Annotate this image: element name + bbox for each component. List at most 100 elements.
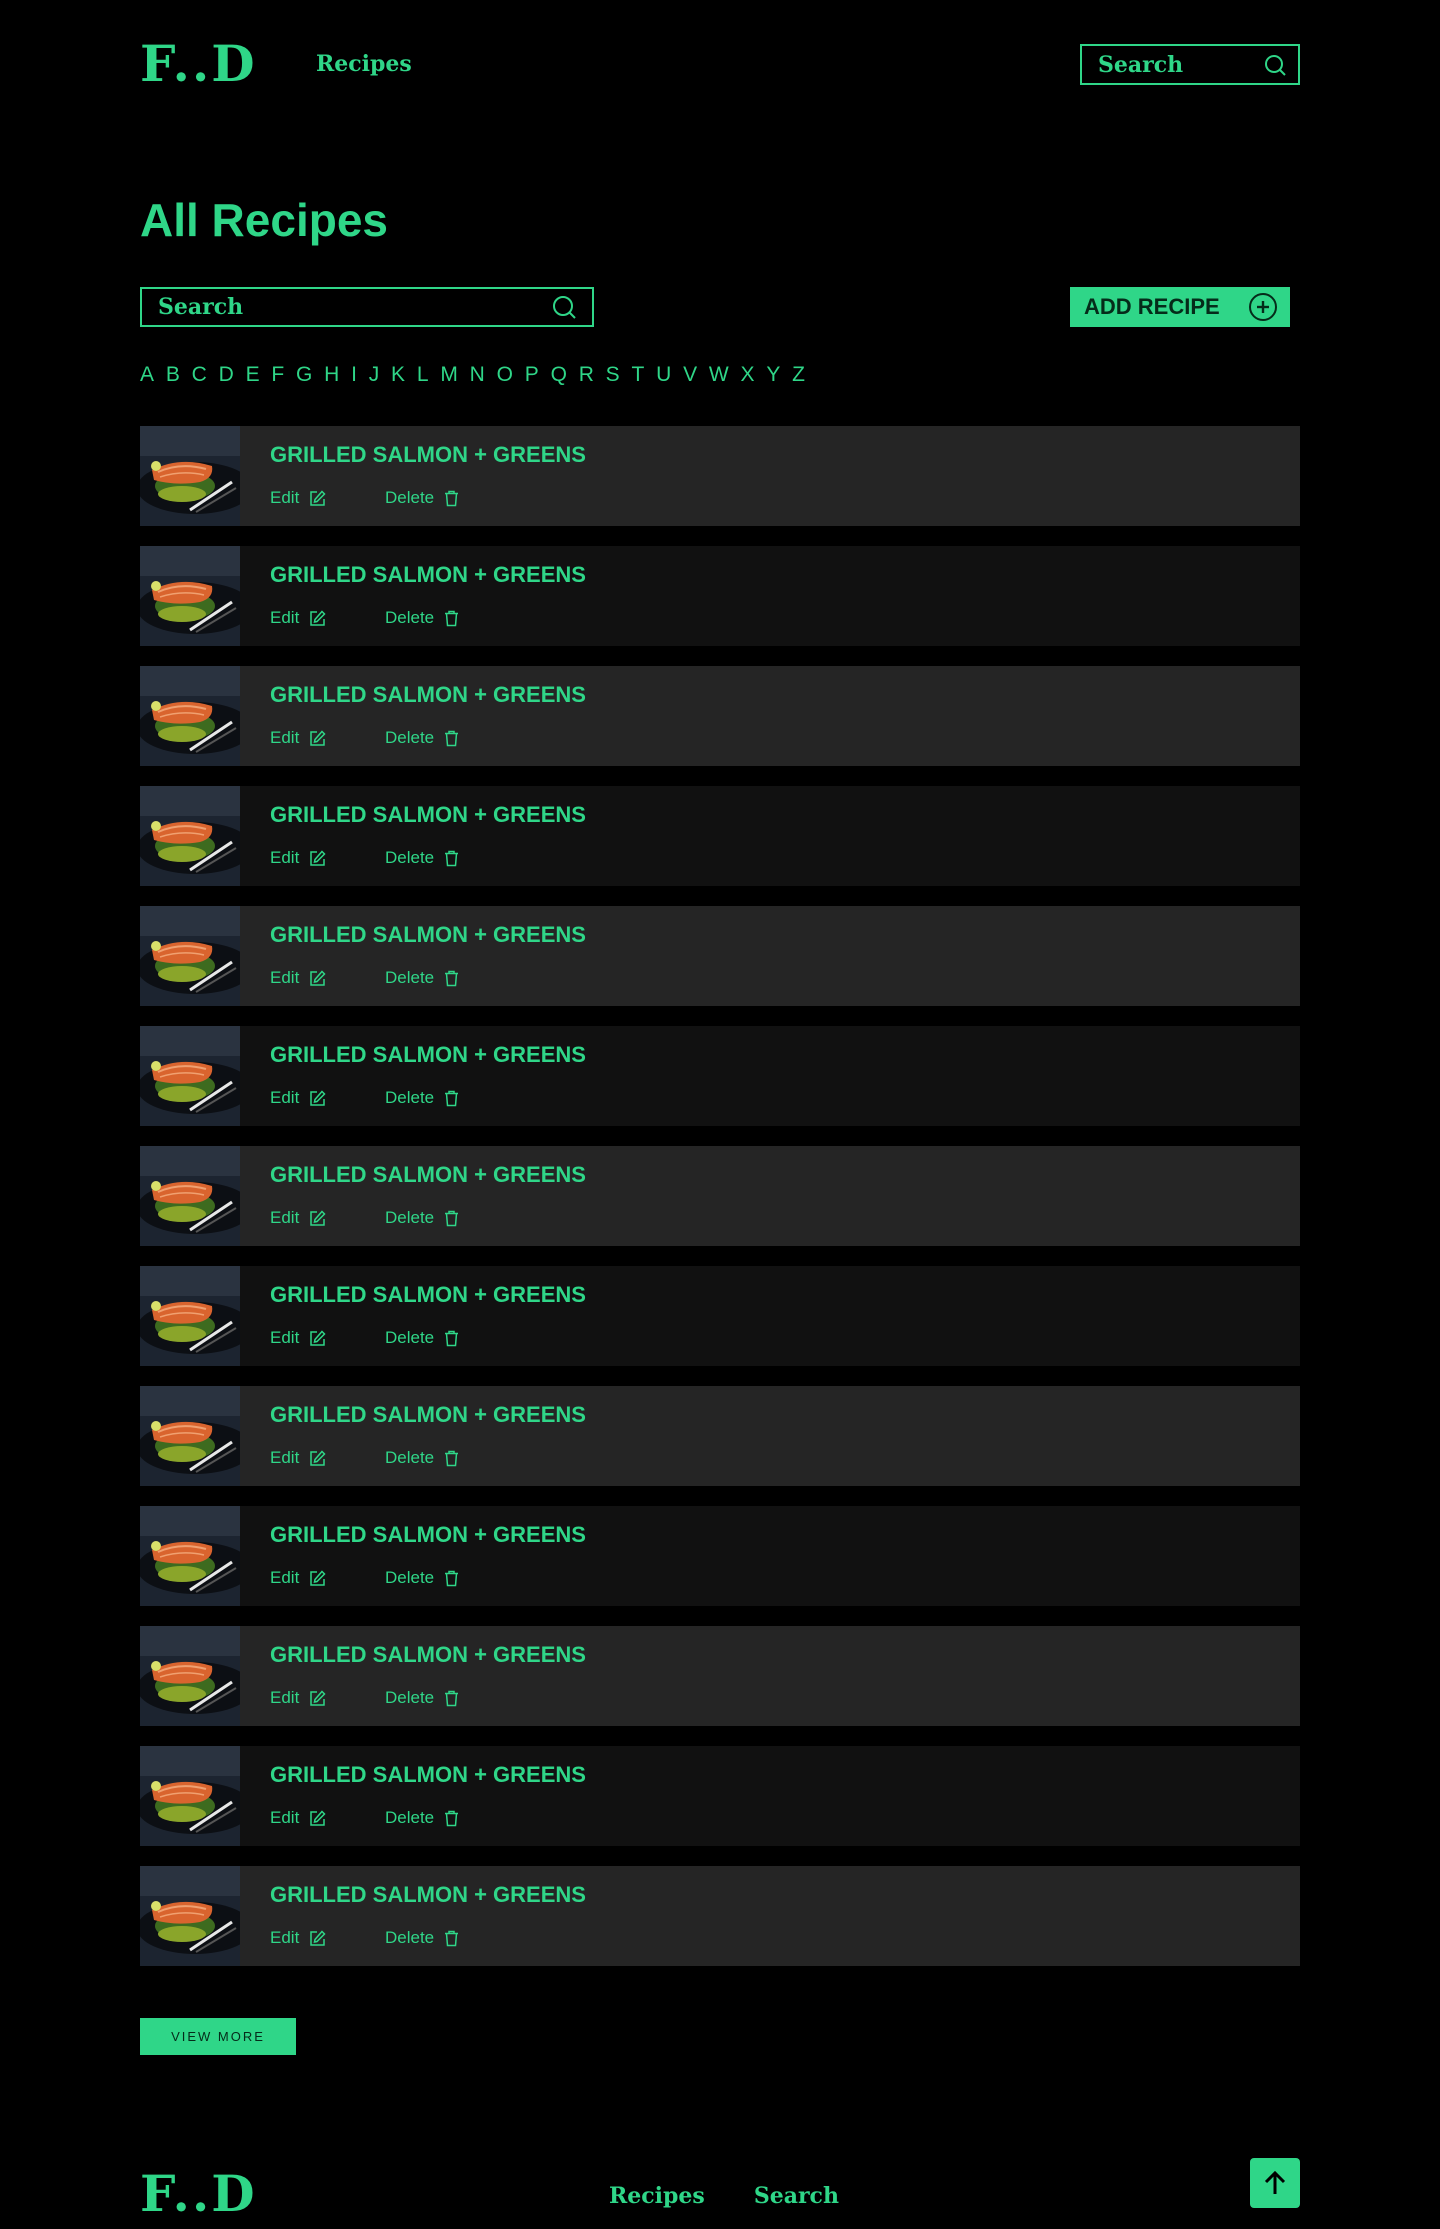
delete-button[interactable]: Delete [385, 1328, 459, 1348]
recipe-title[interactable]: GRILLED SALMON + GREENS [270, 1402, 586, 1428]
recipe-title[interactable]: GRILLED SALMON + GREENS [270, 1882, 586, 1908]
alphabet-letter-e[interactable]: E [246, 362, 260, 388]
alphabet-letter-p[interactable]: P [525, 362, 539, 388]
recipe-title[interactable]: GRILLED SALMON + GREENS [270, 922, 586, 948]
delete-button[interactable]: Delete [385, 1688, 459, 1708]
alphabet-letter-m[interactable]: M [440, 362, 458, 388]
trash-icon [445, 1090, 459, 1106]
recipe-title[interactable]: GRILLED SALMON + GREENS [270, 802, 586, 828]
alphabet-letter-b[interactable]: B [166, 362, 180, 388]
recipe-row: GRILLED SALMON + GREENS Edit Delete [140, 1386, 1300, 1486]
site-logo[interactable]: F..D [140, 34, 257, 94]
recipe-title[interactable]: GRILLED SALMON + GREENS [270, 1762, 586, 1788]
recipe-row: GRILLED SALMON + GREENS Edit Delete [140, 426, 1300, 526]
alphabet-letter-g[interactable]: G [296, 362, 312, 388]
recipe-actions: Edit Delete [270, 1328, 586, 1348]
edit-button[interactable]: Edit [270, 1448, 385, 1468]
nav-recipes-link[interactable]: Recipes [316, 50, 412, 78]
alphabet-letter-l[interactable]: L [417, 362, 429, 388]
recipe-title[interactable]: GRILLED SALMON + GREENS [270, 1282, 586, 1308]
recipe-title[interactable]: GRILLED SALMON + GREENS [270, 562, 586, 588]
alphabet-letter-a[interactable]: A [140, 362, 154, 388]
delete-button[interactable]: Delete [385, 488, 459, 508]
alphabet-letter-f[interactable]: F [271, 362, 284, 388]
recipe-row: GRILLED SALMON + GREENS Edit Delete [140, 546, 1300, 646]
alphabet-letter-r[interactable]: R [579, 362, 594, 388]
alphabet-letter-q[interactable]: Q [551, 362, 567, 388]
trash-icon [445, 1330, 459, 1346]
edit-button[interactable]: Edit [270, 608, 385, 628]
edit-button[interactable]: Edit [270, 968, 385, 988]
delete-button[interactable]: Delete [385, 728, 459, 748]
alphabet-letter-i[interactable]: I [351, 362, 357, 388]
alphabet-letter-t[interactable]: T [631, 362, 644, 388]
alphabet-letter-y[interactable]: Y [766, 362, 780, 388]
footer-nav-recipes[interactable]: Recipes [609, 2182, 705, 2210]
recipe-title[interactable]: GRILLED SALMON + GREENS [270, 1042, 586, 1068]
alphabet-letter-z[interactable]: Z [792, 362, 805, 388]
trash-icon [445, 1930, 459, 1946]
edit-button[interactable]: Edit [270, 1808, 385, 1828]
delete-label: Delete [385, 1208, 435, 1227]
alphabet-letter-o[interactable]: O [497, 362, 513, 388]
search-icon[interactable] [1264, 54, 1286, 76]
recipe-row-body: GRILLED SALMON + GREENS Edit Delete [240, 1386, 586, 1486]
alphabet-letter-h[interactable]: H [324, 362, 339, 388]
add-recipe-button[interactable]: ADD RECIPE [1070, 287, 1290, 327]
recipe-title[interactable]: GRILLED SALMON + GREENS [270, 1642, 586, 1668]
edit-button[interactable]: Edit [270, 1208, 385, 1228]
recipe-thumbnail [140, 1026, 240, 1126]
edit-button[interactable]: Edit [270, 1688, 385, 1708]
edit-button[interactable]: Edit [270, 728, 385, 748]
header-search-box[interactable]: Search [1080, 44, 1300, 85]
footer-nav-search[interactable]: Search [754, 2182, 839, 2210]
delete-label: Delete [385, 1088, 435, 1107]
delete-button[interactable]: Delete [385, 1568, 459, 1588]
recipe-row: GRILLED SALMON + GREENS Edit Delete [140, 1626, 1300, 1726]
alphabet-letter-n[interactable]: N [470, 362, 485, 388]
view-more-button[interactable]: VIEW MORE [140, 2018, 296, 2055]
trash-icon [445, 1690, 459, 1706]
edit-icon [310, 1449, 326, 1466]
back-to-top-button[interactable] [1250, 2158, 1300, 2208]
alphabet-letter-s[interactable]: S [606, 362, 620, 388]
trash-icon [445, 1810, 459, 1826]
edit-button[interactable]: Edit [270, 488, 385, 508]
edit-button[interactable]: Edit [270, 1088, 385, 1108]
recipe-row-body: GRILLED SALMON + GREENS Edit Delete [240, 1146, 586, 1246]
edit-button[interactable]: Edit [270, 848, 385, 868]
delete-button[interactable]: Delete [385, 608, 459, 628]
edit-button[interactable]: Edit [270, 1928, 385, 1948]
recipe-title[interactable]: GRILLED SALMON + GREENS [270, 682, 586, 708]
alphabet-letter-d[interactable]: D [219, 362, 234, 388]
delete-button[interactable]: Delete [385, 1208, 459, 1228]
recipe-actions: Edit Delete [270, 608, 586, 628]
alphabet-letter-k[interactable]: K [391, 362, 405, 388]
header-search-label: Search [1098, 51, 1184, 78]
recipe-title[interactable]: GRILLED SALMON + GREENS [270, 1162, 586, 1188]
edit-label: Edit [270, 968, 300, 987]
delete-button[interactable]: Delete [385, 968, 459, 988]
alphabet-letter-x[interactable]: X [741, 362, 755, 388]
recipe-title[interactable]: GRILLED SALMON + GREENS [270, 1522, 586, 1548]
recipe-thumbnail [140, 786, 240, 886]
search-icon[interactable] [552, 295, 576, 319]
edit-button[interactable]: Edit [270, 1328, 385, 1348]
delete-button[interactable]: Delete [385, 1448, 459, 1468]
delete-label: Delete [385, 1808, 435, 1827]
recipe-search-box[interactable]: Search [140, 287, 594, 327]
alphabet-letter-v[interactable]: V [683, 362, 697, 388]
alphabet-letter-w[interactable]: W [709, 362, 729, 388]
delete-button[interactable]: Delete [385, 1928, 459, 1948]
arrow-up-icon [1264, 2170, 1286, 2194]
alphabet-letter-u[interactable]: U [656, 362, 671, 388]
alphabet-letter-c[interactable]: C [192, 362, 207, 388]
alphabet-letter-j[interactable]: J [369, 362, 380, 388]
delete-button[interactable]: Delete [385, 1808, 459, 1828]
delete-button[interactable]: Delete [385, 848, 459, 868]
recipe-title[interactable]: GRILLED SALMON + GREENS [270, 442, 586, 468]
edit-button[interactable]: Edit [270, 1568, 385, 1588]
footer-logo[interactable]: F..D [140, 2164, 257, 2224]
delete-button[interactable]: Delete [385, 1088, 459, 1108]
recipe-row-body: GRILLED SALMON + GREENS Edit Delete [240, 1026, 586, 1126]
